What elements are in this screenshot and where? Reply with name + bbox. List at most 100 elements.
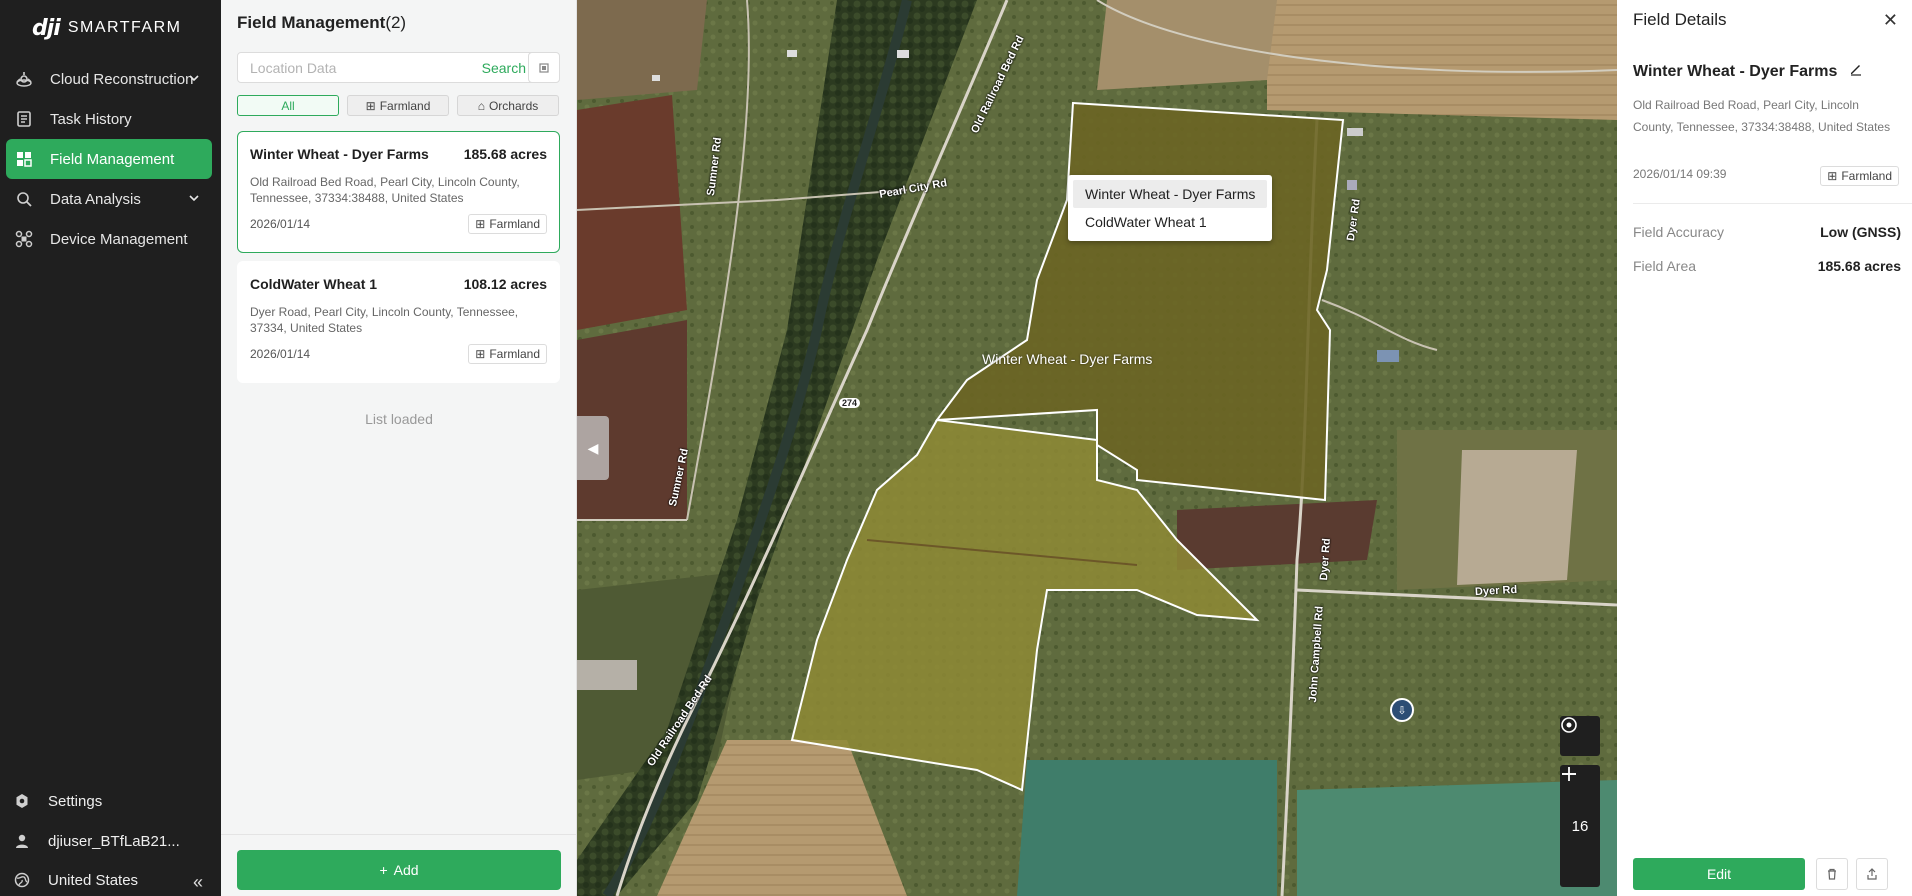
field-map-label[interactable]: Winter Wheat - Dyer Farms <box>982 351 1152 367</box>
nav-item-field-management[interactable]: Field Management <box>6 139 212 179</box>
filter-label: All <box>281 98 295 113</box>
field-area: 108.12 acres <box>463 276 547 292</box>
import-icon <box>539 62 549 73</box>
accuracy-value: Low (GNSS) <box>1820 224 1901 240</box>
field-date: 2026/01/14 <box>250 347 311 361</box>
details-datetime: 2026/01/14 09:39 <box>1633 167 1727 181</box>
field-accuracy-row: Field Accuracy Low (GNSS) <box>1633 224 1901 240</box>
field-card[interactable]: ColdWater Wheat 1 108.12 acres Dyer Road,… <box>237 261 560 383</box>
filter-farmland[interactable]: ⊞ Farmland <box>347 95 449 116</box>
data-analysis-icon <box>14 189 34 209</box>
caret-left-icon: ◀ <box>587 439 599 456</box>
farmland-icon: ⊞ <box>365 98 376 113</box>
farmland-icon: ⊞ <box>1827 169 1838 183</box>
zoom-out-button[interactable] <box>1560 773 1600 886</box>
nav-item-cloud-reconstruction[interactable]: Cloud Reconstruction <box>6 59 212 99</box>
import-button[interactable] <box>528 52 560 83</box>
minus-icon <box>1562 773 1576 775</box>
details-field-name-row: Winter Wheat - Dyer Farms <box>1633 62 1863 81</box>
list-title-text: Field Management <box>237 13 386 32</box>
field-area: 185.68 acres <box>463 146 547 162</box>
accuracy-label: Field Accuracy <box>1633 224 1725 240</box>
road-label: Dyer Rd <box>1474 583 1518 599</box>
zoom-control: 16 <box>1560 765 1600 887</box>
username: djiuser_BTfLaB21... <box>48 832 180 850</box>
user-icon <box>12 833 32 849</box>
location-pin-icon[interactable]: ⇩ <box>1390 698 1414 722</box>
add-field-button[interactable]: + Add <box>237 850 561 890</box>
user-profile[interactable]: djiuser_BTfLaB21... <box>12 827 212 855</box>
field-tag: ⊞ Farmland <box>468 214 547 234</box>
route-shield: 274 <box>839 398 861 408</box>
satellite-map[interactable]: Old Railroad Bed Rd Pearl City Rd Sumner… <box>577 0 1617 896</box>
field-card[interactable]: Winter Wheat - Dyer Farms 185.68 acres Ol… <box>237 131 560 253</box>
details-title: Field Details <box>1633 10 1727 29</box>
tag-label: Farmland <box>1841 169 1892 183</box>
orchard-icon: ⌂ <box>477 98 485 113</box>
search-box: Search <box>237 52 537 83</box>
area-value: 185.68 acres <box>1817 258 1901 274</box>
trash-icon <box>1828 868 1836 880</box>
gear-icon <box>12 793 32 809</box>
details-address: Old Railroad Bed Road, Pearl City, Linco… <box>1633 98 1891 134</box>
nav-item-task-history[interactable]: Task History <box>6 99 212 139</box>
nav-label: Field Management <box>50 150 175 168</box>
delete-button[interactable] <box>1816 858 1848 890</box>
field-address: Dyer Road, Pearl City, Lincoln County, T… <box>250 305 519 335</box>
export-button[interactable] <box>1856 858 1888 890</box>
details-tag: ⊞ Farmland <box>1820 166 1899 186</box>
collapse-sidebar-icon[interactable]: « <box>193 872 203 893</box>
field-address: Old Railroad Bed Road, Pearl City, Linco… <box>250 175 520 205</box>
field-date: 2026/01/14 <box>250 217 311 231</box>
globe-icon <box>12 872 32 888</box>
filter-label: Orchards <box>488 98 539 113</box>
search-input[interactable] <box>250 59 482 76</box>
nav-item-device-management[interactable]: Device Management <box>6 219 212 259</box>
filter-tabs: All ⊞ Farmland ⌂ Orchards <box>237 95 559 116</box>
filter-all[interactable]: All <box>237 95 339 116</box>
edit-button[interactable]: Edit <box>1633 858 1805 890</box>
field-tag: ⊞ Farmland <box>468 344 547 364</box>
edit-name-icon[interactable] <box>1849 62 1863 81</box>
collapse-list-button[interactable]: ◀ <box>577 416 609 480</box>
farmland-icon: ⊞ <box>475 347 486 361</box>
farmland-icon: ⊞ <box>475 217 486 231</box>
nav-item-data-analysis[interactable]: Data Analysis <box>6 179 212 219</box>
search-button[interactable]: Search <box>482 60 526 76</box>
popup-option[interactable]: ColdWater Wheat 1 <box>1073 208 1267 236</box>
field-select-popup: Winter Wheat - Dyer Farms ColdWater Whea… <box>1068 175 1272 241</box>
list-status: List loaded <box>365 411 433 427</box>
region-label: United States <box>48 871 139 889</box>
field-name: ColdWater Wheat 1 <box>250 276 378 292</box>
popup-option[interactable]: Winter Wheat - Dyer Farms <box>1073 180 1267 208</box>
add-label: Add <box>393 862 419 878</box>
divider <box>221 834 577 835</box>
close-icon[interactable]: ✕ <box>1883 10 1898 31</box>
tag-label: Farmland <box>489 217 540 231</box>
brand-text: SMARTFARM <box>67 19 182 36</box>
device-management-icon <box>14 229 34 249</box>
nav-label: Task History <box>50 110 132 128</box>
field-list-panel: Field Management(2) Search All ⊞Farmland… <box>221 0 577 896</box>
divider <box>1633 203 1912 204</box>
field-area-row: Field Area 185.68 acres <box>1633 258 1901 274</box>
area-label: Field Area <box>1633 258 1697 274</box>
sidebar: dji SMARTFARM Cloud Reconstruction Task … <box>0 0 221 896</box>
tag-label: Farmland <box>489 347 540 361</box>
share-icon <box>1867 868 1877 880</box>
page-title: Field Management(2) <box>237 13 406 33</box>
filter-orchards[interactable]: ⌂ Orchards <box>457 95 559 116</box>
field-details-panel: Field Details ✕ Winter Wheat - Dyer Farm… <box>1617 0 1912 896</box>
plus-icon: + <box>379 862 388 878</box>
nav-label: Cloud Reconstruction <box>50 70 194 88</box>
settings-link[interactable]: Settings <box>12 787 212 815</box>
field-management-icon <box>14 149 34 169</box>
brand-logo: dji SMARTFARM <box>32 16 182 41</box>
locate-button[interactable] <box>1560 716 1600 756</box>
zoom-level: 16 <box>1571 817 1589 835</box>
region-selector[interactable]: United States <box>12 866 212 894</box>
field-name: Winter Wheat - Dyer Farms <box>250 146 429 162</box>
filter-label: Farmland <box>379 98 431 113</box>
nav-label: Data Analysis <box>50 190 141 208</box>
chevron-down-icon <box>188 191 200 208</box>
